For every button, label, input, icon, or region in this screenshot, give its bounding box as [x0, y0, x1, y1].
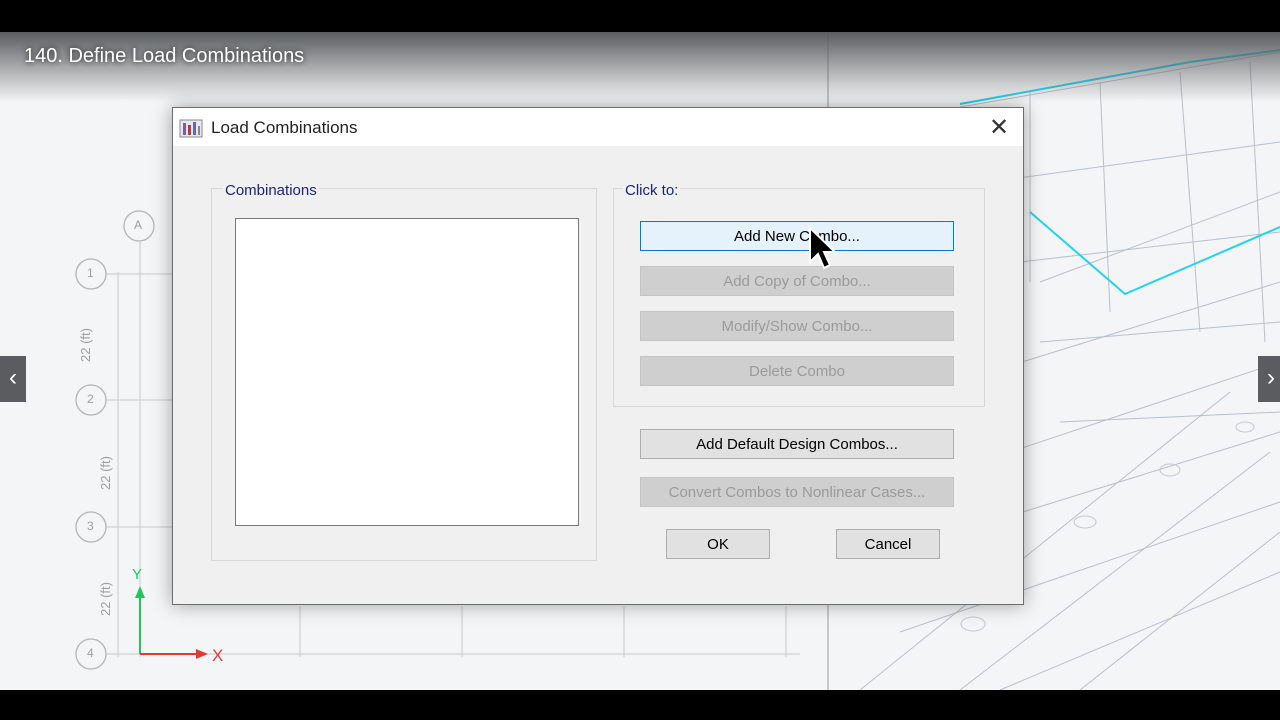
grid-label-a: A	[134, 218, 143, 232]
grid-label-1: 1	[87, 266, 94, 280]
letterbox-bottom	[0, 690, 1280, 720]
etabs-app-icon	[179, 119, 203, 138]
axis-y-label: Y	[132, 566, 143, 583]
dialog-titlebar[interactable]: Load Combinations ✕	[173, 108, 1023, 146]
combinations-listbox[interactable]	[235, 218, 579, 526]
chevron-left-icon: ‹	[9, 364, 17, 391]
load-combinations-dialog: Load Combinations ✕ Combinations Click t…	[172, 107, 1024, 605]
grid-label-2: 2	[87, 392, 94, 406]
chevron-right-icon: ›	[1267, 364, 1275, 391]
dimension-label: 22 (ft)	[98, 456, 113, 490]
cancel-button[interactable]: Cancel	[836, 529, 940, 559]
video-title: 140. Define Load Combinations	[24, 45, 305, 67]
grid-label-3: 3	[87, 519, 94, 533]
combinations-label: Combinations	[223, 182, 319, 199]
close-icon: ✕	[988, 114, 1010, 141]
click-to-label: Click to:	[623, 182, 681, 199]
ok-button[interactable]: OK	[666, 529, 770, 559]
letterbox-top	[0, 0, 1280, 32]
grid-label-4: 4	[87, 646, 94, 660]
modify-show-combo-button[interactable]: Modify/Show Combo...	[640, 311, 954, 341]
add-copy-of-combo-button[interactable]: Add Copy of Combo...	[640, 266, 954, 296]
dialog-title: Load Combinations	[211, 118, 358, 137]
convert-combos-to-nonlinear-button[interactable]: Convert Combos to Nonlinear Cases...	[640, 477, 954, 507]
delete-combo-button[interactable]: Delete Combo	[640, 356, 954, 386]
previous-slide-button[interactable]: ‹	[0, 356, 26, 402]
video-frame: A 1 2 3 4 22 (ft) 22 (ft) 22 (ft) Y X 14…	[0, 0, 1280, 720]
dimension-label: 22 (ft)	[78, 328, 93, 362]
add-new-combo-button[interactable]: Add New Combo...	[640, 221, 954, 251]
dimension-label: 22 (ft)	[98, 582, 113, 616]
axis-x-label: X	[212, 646, 224, 665]
close-button[interactable]: ✕	[983, 114, 1015, 142]
next-slide-button[interactable]: ›	[1258, 356, 1280, 402]
add-default-design-combos-button[interactable]: Add Default Design Combos...	[640, 429, 954, 459]
